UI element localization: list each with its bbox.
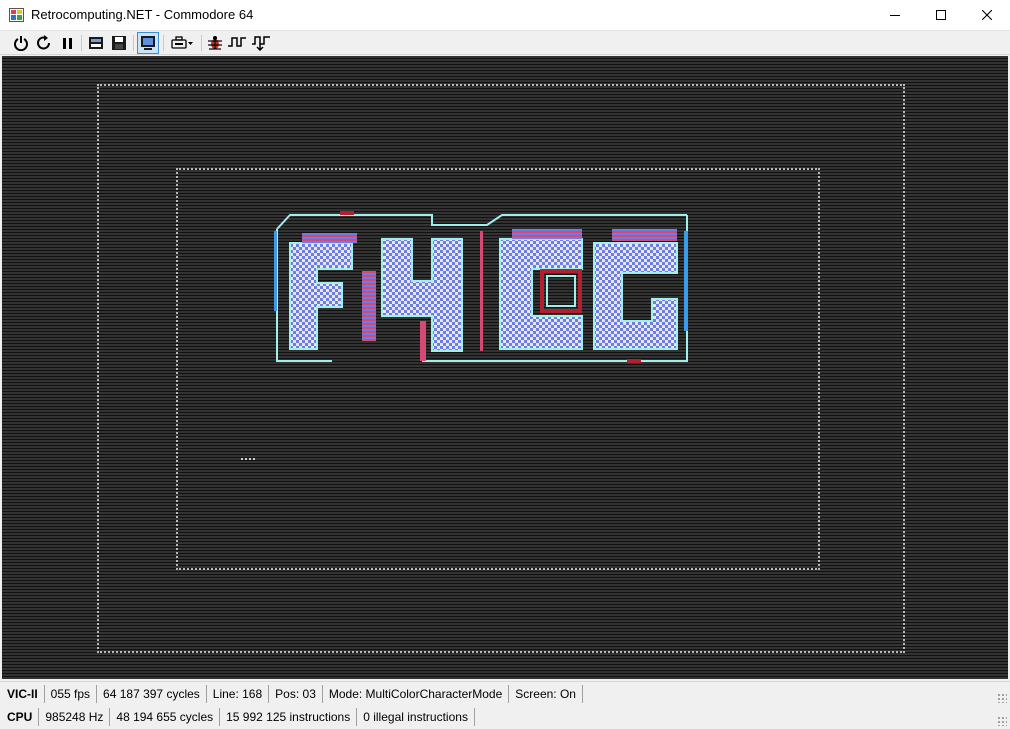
emulator-screen[interactable]: [2, 56, 1008, 679]
cartridge-icon: [170, 36, 187, 49]
cpu-frequency: 985248 Hz: [39, 708, 111, 726]
bug-icon: [208, 36, 222, 50]
vic-fps: 055 fps: [45, 685, 98, 703]
reset-icon: [37, 35, 50, 50]
vic-pos: Pos: 03: [269, 685, 323, 703]
monitor-icon: [141, 36, 155, 50]
status-bar-vic: VIC-II 055 fps 64 187 397 cycles Line: 1…: [0, 681, 1010, 706]
cpu-illegal: 0 illegal instructions: [357, 708, 475, 726]
cpu-cycles: 48 194 655 cycles: [110, 708, 221, 726]
resize-grip[interactable]: [997, 693, 1007, 703]
toolbar-separator: [163, 35, 164, 51]
minimize-button[interactable]: [872, 0, 918, 30]
vic-line: Line: 168: [207, 685, 270, 703]
monitor-button[interactable]: [137, 32, 159, 54]
step-signal-icon: [228, 37, 246, 47]
vic-mode: Mode: MultiColorCharacterMode: [323, 685, 510, 703]
power-icon: [14, 36, 28, 51]
step-button[interactable]: [227, 33, 247, 53]
toolbar: [0, 31, 1010, 55]
step-into-button[interactable]: [251, 33, 271, 53]
cursor-indicator: [241, 458, 257, 460]
cartridge-dropdown-button[interactable]: [167, 33, 197, 53]
power-button[interactable]: [11, 33, 31, 53]
minimize-icon: [890, 15, 900, 16]
maximize-icon: [936, 10, 946, 20]
chevron-down-icon: [187, 42, 193, 45]
close-icon: [982, 10, 992, 20]
pause-icon: [63, 38, 72, 49]
title-bar: Retrocomputing.NET - Commodore 64: [0, 0, 1010, 31]
toolbar-separator: [133, 35, 134, 51]
vic-label: VIC-II: [0, 685, 45, 703]
status-bar-cpu: CPU 985248 Hz 48 194 655 cycles 15 992 1…: [0, 705, 1010, 729]
film-icon: [89, 37, 103, 49]
step-into-signal-icon: [252, 36, 270, 51]
debug-button[interactable]: [205, 33, 225, 53]
resize-grip[interactable]: [997, 716, 1007, 726]
vic-cycles: 64 187 397 cycles: [97, 685, 207, 703]
app-icon: [9, 8, 24, 22]
floppy-icon: [112, 36, 126, 50]
reset-button[interactable]: [34, 33, 54, 53]
pause-button[interactable]: [57, 33, 77, 53]
cpu-label: CPU: [0, 708, 40, 726]
close-button[interactable]: [964, 0, 1010, 30]
window-title: Retrocomputing.NET - Commodore 64: [31, 7, 254, 22]
vic-screen: Screen: On: [509, 685, 583, 703]
cpu-instructions: 15 992 125 instructions: [220, 708, 358, 726]
f4cg-logo: [274, 211, 688, 363]
save-state-button[interactable]: [109, 33, 129, 53]
maximize-button[interactable]: [918, 0, 964, 30]
toolbar-separator: [81, 35, 82, 51]
load-state-button[interactable]: [86, 33, 106, 53]
toolbar-separator: [201, 35, 202, 51]
